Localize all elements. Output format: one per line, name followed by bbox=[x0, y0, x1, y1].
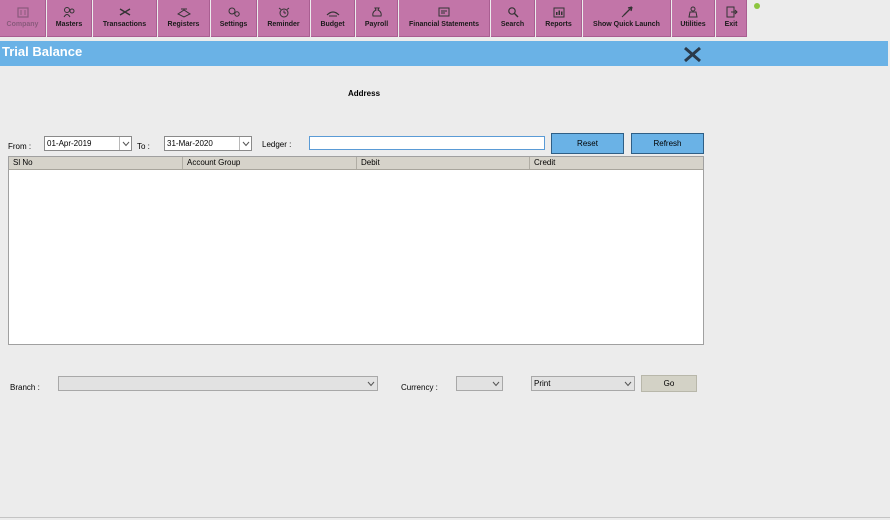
toolbar-masters-button[interactable]: Masters bbox=[47, 0, 92, 37]
toolbar-exit-label: Exit bbox=[724, 21, 738, 28]
chevron-down-icon[interactable] bbox=[622, 377, 634, 390]
window-title: Trial Balance bbox=[2, 44, 83, 59]
currency-label: Currency : bbox=[401, 383, 438, 392]
toolbar-reminder-button[interactable]: Reminder bbox=[258, 0, 310, 37]
toolbar-search-button[interactable]: Search bbox=[491, 0, 535, 37]
address-heading: Address bbox=[348, 89, 381, 98]
to-date-value: 31-Mar-2020 bbox=[167, 139, 213, 148]
exit-icon bbox=[724, 6, 738, 18]
toolbar-show-quick-launch-label: Show Quick Launch bbox=[593, 21, 660, 28]
from-date-picker[interactable]: 01-Apr-2019 bbox=[44, 136, 132, 151]
toolbar-transactions-label: Transactions bbox=[102, 21, 147, 28]
registers-icon bbox=[176, 6, 191, 18]
window-title-bar: Trial Balance bbox=[0, 41, 888, 66]
toolbar-company-label: Company bbox=[6, 21, 39, 28]
toolbar-reminder-label: Reminder bbox=[267, 21, 300, 28]
to-date-picker[interactable]: 31-Mar-2020 bbox=[164, 136, 252, 151]
from-label: From : bbox=[8, 142, 32, 151]
toolbar-registers-button[interactable]: Registers bbox=[158, 0, 210, 37]
column-header-debit[interactable]: Debit bbox=[357, 157, 530, 169]
company-icon bbox=[16, 6, 30, 18]
to-label: To : bbox=[137, 142, 150, 151]
chevron-down-icon[interactable] bbox=[119, 137, 131, 150]
utilities-icon bbox=[686, 6, 700, 18]
toolbar-budget-label: Budget bbox=[320, 21, 345, 28]
print-select[interactable]: Print bbox=[531, 376, 635, 391]
grid-header: Sl No Account Group Debit Credit bbox=[9, 157, 703, 170]
reports-icon bbox=[552, 6, 566, 18]
reset-button[interactable]: Reset bbox=[551, 133, 624, 154]
close-icon bbox=[684, 46, 701, 63]
search-icon bbox=[506, 6, 520, 18]
toolbar-settings-button[interactable]: Settings bbox=[211, 0, 257, 37]
toolbar-utilities-button[interactable]: Utilities bbox=[672, 0, 715, 37]
budget-icon bbox=[326, 6, 340, 18]
trial-balance-grid[interactable]: Sl No Account Group Debit Credit bbox=[8, 156, 704, 345]
toolbar-masters-label: Masters bbox=[55, 21, 83, 28]
toolbar-settings-label: Settings bbox=[219, 21, 248, 28]
toolbar-financial-statements-button[interactable]: Financial Statements bbox=[399, 0, 490, 37]
chevron-down-icon[interactable] bbox=[490, 377, 502, 390]
branch-select[interactable] bbox=[58, 376, 378, 391]
refresh-button[interactable]: Refresh bbox=[631, 133, 704, 154]
toolbar-exit-button[interactable]: Exit bbox=[716, 0, 747, 37]
toolbar-payroll-button[interactable]: Payroll bbox=[356, 0, 398, 37]
toolbar-registers-label: Registers bbox=[167, 21, 200, 28]
transactions-icon bbox=[118, 6, 132, 18]
print-value: Print bbox=[534, 379, 551, 388]
main-toolbar: Company Masters Transactions Registers S… bbox=[0, 0, 890, 38]
bottom-divider bbox=[0, 517, 890, 518]
toolbar-search-label: Search bbox=[500, 21, 525, 28]
statements-icon bbox=[437, 6, 451, 18]
money-bag-icon bbox=[370, 6, 384, 18]
settings-icon bbox=[227, 6, 241, 18]
toolbar-financial-statements-label: Financial Statements bbox=[408, 21, 480, 28]
branch-label: Branch : bbox=[10, 383, 40, 392]
ledger-input[interactable] bbox=[309, 136, 545, 150]
close-button[interactable] bbox=[682, 45, 704, 65]
column-header-account-group[interactable]: Account Group bbox=[183, 157, 357, 169]
toolbar-show-quick-launch-button[interactable]: Show Quick Launch bbox=[583, 0, 671, 37]
rocket-icon bbox=[620, 6, 634, 18]
column-header-credit[interactable]: Credit bbox=[530, 157, 703, 169]
toolbar-reports-button[interactable]: Reports bbox=[536, 0, 582, 37]
column-header-sl-no[interactable]: Sl No bbox=[9, 157, 183, 169]
toolbar-transactions-button[interactable]: Transactions bbox=[93, 0, 157, 37]
toolbar-payroll-label: Payroll bbox=[364, 21, 389, 28]
toolbar-budget-button[interactable]: Budget bbox=[311, 0, 355, 37]
currency-select[interactable] bbox=[456, 376, 503, 391]
chevron-down-icon[interactable] bbox=[365, 377, 377, 390]
toolbar-utilities-label: Utilities bbox=[680, 21, 706, 28]
toolbar-reports-label: Reports bbox=[545, 21, 572, 28]
alarm-clock-icon bbox=[277, 6, 291, 18]
chevron-down-icon[interactable] bbox=[239, 137, 251, 150]
from-date-value: 01-Apr-2019 bbox=[47, 139, 92, 148]
masters-icon bbox=[62, 6, 76, 18]
go-button[interactable]: Go bbox=[641, 375, 697, 392]
toolbar-company-button[interactable]: Company bbox=[0, 0, 46, 37]
ledger-label: Ledger : bbox=[262, 140, 292, 149]
status-indicator bbox=[754, 3, 760, 9]
